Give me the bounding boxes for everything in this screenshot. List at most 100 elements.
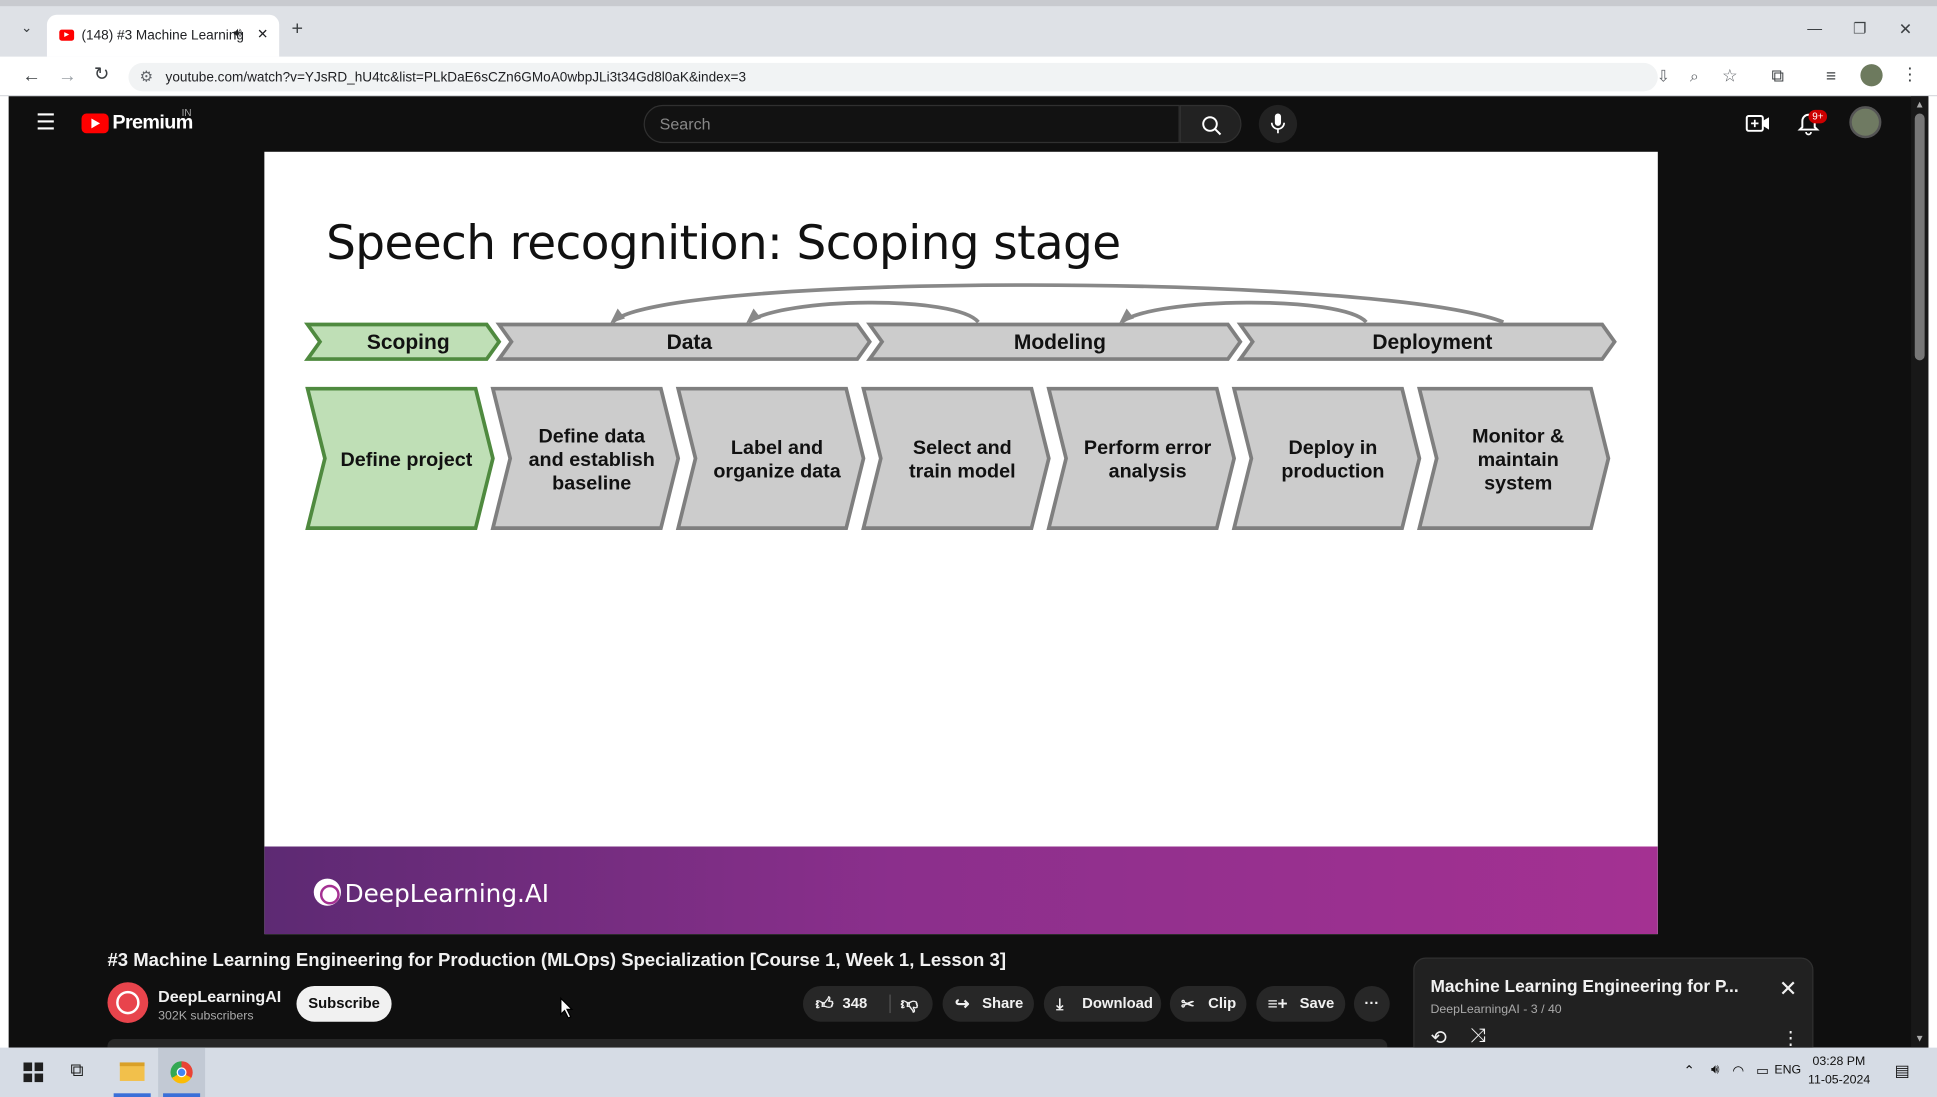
youtube-page: ☰ Premium IN Search 9+ Speech recognitio… <box>8 96 1929 1057</box>
search-placeholder: Search <box>659 114 711 134</box>
scissors-icon: ✂ <box>1180 994 1195 1014</box>
phase-label-deployment: Deployment <box>1372 331 1492 354</box>
step-label: Perform error <box>1084 437 1212 459</box>
window-close-button[interactable]: ✕ <box>1899 21 1912 37</box>
extensions-icon[interactable]: ⧉ <box>1771 67 1783 84</box>
save-label: Save <box>1299 994 1335 1012</box>
step-label: Label and <box>731 437 823 459</box>
phase-label-modeling: Modeling <box>1014 331 1106 354</box>
battery-icon[interactable]: ▭ <box>1756 1062 1769 1079</box>
playlist-menu-icon[interactable]: ⋮ <box>1781 1027 1800 1049</box>
mouse-cursor-icon <box>560 997 574 1019</box>
clock-time[interactable]: 03:28 PM <box>1812 1055 1865 1069</box>
loop-icon[interactable]: ⟲ <box>1431 1025 1448 1050</box>
browser-menu-icon[interactable]: ⋮ <box>1901 65 1918 82</box>
chrome-taskbar-button[interactable] <box>158 1047 206 1097</box>
step-label: analysis <box>1109 461 1187 483</box>
step-label: Select and <box>913 437 1012 459</box>
search-button[interactable] <box>1179 104 1242 144</box>
arrowhead-data-1 <box>610 308 626 324</box>
minimize-button[interactable]: — <box>1807 21 1822 36</box>
hamburger-menu-icon[interactable]: ☰ <box>36 110 56 136</box>
speaker-icon[interactable]: 🔊︎ <box>233 26 242 42</box>
voice-search-button[interactable] <box>1258 104 1298 144</box>
browser-tab[interactable]: (148) #3 Machine Learning 🔊︎ ✕ <box>46 14 280 57</box>
tray-chevron-icon[interactable]: ⌃ <box>1683 1062 1694 1079</box>
brand-banner: DeepLearning.AI <box>264 846 1658 935</box>
scrollbar-thumb[interactable] <box>1914 113 1925 361</box>
description-box[interactable] <box>107 1039 1388 1048</box>
tab-title: (148) #3 Machine Learning <box>81 28 244 44</box>
chrome-icon-center <box>176 1067 187 1078</box>
youtube-favicon-icon <box>59 29 75 41</box>
scroll-up-icon[interactable]: ▲ <box>1915 99 1925 110</box>
search-input[interactable]: Search <box>643 104 1180 144</box>
playlist-close-icon[interactable]: ✕ <box>1779 976 1798 1002</box>
video-player[interactable]: Speech recognition: Scoping stage Scopin… <box>264 151 1658 935</box>
url-text: youtube.com/watch?v=YJsRD_hU4tc&list=PLk… <box>165 70 747 86</box>
scroll-down-icon[interactable]: ▼ <box>1915 1033 1925 1044</box>
deployment-to-modeling-arrow <box>1120 300 1368 324</box>
download-label: Download <box>1082 994 1153 1012</box>
step-label: Deploy in <box>1288 437 1377 459</box>
clip-label: Clip <box>1208 994 1237 1012</box>
search-icon <box>1202 116 1222 136</box>
region-code: IN <box>181 107 192 119</box>
site-info-icon[interactable]: ⚙︎ <box>140 68 153 85</box>
download-icon: ⤓ <box>1056 994 1064 1014</box>
clip-button[interactable]: ✂ Clip <box>1169 985 1247 1022</box>
notification-center-icon[interactable]: ▤ <box>1895 1061 1910 1081</box>
like-dislike-group: 👍︎ 348 👎︎ <box>802 985 933 1022</box>
channel-name[interactable]: DeepLearningAI <box>158 987 281 1006</box>
windows-start-icon[interactable] <box>23 1062 44 1083</box>
language-indicator[interactable]: ENG <box>1774 1064 1801 1078</box>
tab-bar: ⌄ (148) #3 Machine Learning 🔊︎ ✕ + — ❐ ✕ <box>0 0 1937 57</box>
ml-lifecycle-diagram: Scoping Data Modeling Deployment Define pro… <box>303 283 1617 530</box>
restore-button[interactable]: ❐ <box>1853 21 1866 36</box>
like-icon[interactable]: 👍︎ <box>815 986 833 1022</box>
step-label: maintain <box>1478 449 1559 471</box>
explorer-active-indicator <box>113 1093 151 1097</box>
media-control-icon[interactable]: ≡ <box>1826 67 1836 84</box>
subscribe-button[interactable]: Subscribe <box>296 985 392 1022</box>
save-button[interactable]: ≡+ Save <box>1256 985 1346 1022</box>
channel-subscriber-count: 302K subscribers <box>158 1009 254 1023</box>
microphone-icon <box>1270 113 1285 134</box>
url-field[interactable]: ⚙︎ youtube.com/watch?v=YJsRD_hU4tc&list=… <box>128 62 1738 92</box>
shuffle-icon[interactable]: ⤨ <box>1470 1025 1486 1047</box>
bookmark-star-icon[interactable]: ☆ <box>1722 65 1738 86</box>
new-tab-button[interactable]: + <box>292 19 304 40</box>
youtube-header: ☰ Premium IN Search 9+ <box>9 96 1911 152</box>
share-icon: ↪ <box>954 993 970 1014</box>
youtube-logo-icon[interactable] <box>81 113 109 134</box>
page-scrollbar[interactable]: ▲ ▼ <box>1911 96 1929 1048</box>
dislike-icon[interactable]: 👎︎ <box>901 986 919 1022</box>
clock-date[interactable]: 11-05-2024 <box>1808 1074 1870 1088</box>
more-actions-button[interactable]: ··· <box>1353 985 1390 1022</box>
step-label: and establish <box>529 449 655 471</box>
zoom-icon[interactable]: ⌕ <box>1690 67 1699 87</box>
like-count[interactable]: 348 <box>842 986 867 1022</box>
profile-avatar[interactable] <box>1860 64 1883 87</box>
create-video-icon[interactable] <box>1745 114 1771 134</box>
channel-avatar[interactable] <box>107 982 149 1023</box>
windows-taskbar: ⧉ ⌃ 🔊︎ ◠ ▭ ENG 03:28 PM 11-05-2024 ▤ <box>0 1047 1937 1097</box>
file-explorer-button[interactable] <box>109 1048 156 1097</box>
wifi-icon[interactable]: ◠ <box>1732 1062 1744 1079</box>
tab-search-chevron-icon[interactable]: ⌄ <box>21 22 32 36</box>
playlist-panel: Machine Learning Engineering for P... De… <box>1413 957 1814 1057</box>
brand-name: DeepLearning.AI <box>344 878 550 909</box>
share-button[interactable]: ↪ Share <box>942 985 1034 1022</box>
reload-icon[interactable]: ↻ <box>94 65 110 84</box>
forward-icon[interactable]: → <box>58 67 77 86</box>
playlist-title[interactable]: Machine Learning Engineering for P... <box>1431 976 1739 996</box>
phase-label-data: Data <box>667 331 713 354</box>
tab-close-icon[interactable]: ✕ <box>257 26 268 42</box>
user-avatar[interactable] <box>1849 106 1882 139</box>
task-view-icon[interactable]: ⧉ <box>70 1060 83 1081</box>
volume-icon[interactable]: 🔊︎ <box>1711 1062 1720 1078</box>
deployment-to-data-arrow <box>611 283 1505 324</box>
back-icon[interactable]: ← <box>22 67 41 86</box>
download-button[interactable]: ⤓ Download <box>1043 985 1162 1022</box>
install-app-icon[interactable]: ⇩ <box>1657 67 1670 87</box>
